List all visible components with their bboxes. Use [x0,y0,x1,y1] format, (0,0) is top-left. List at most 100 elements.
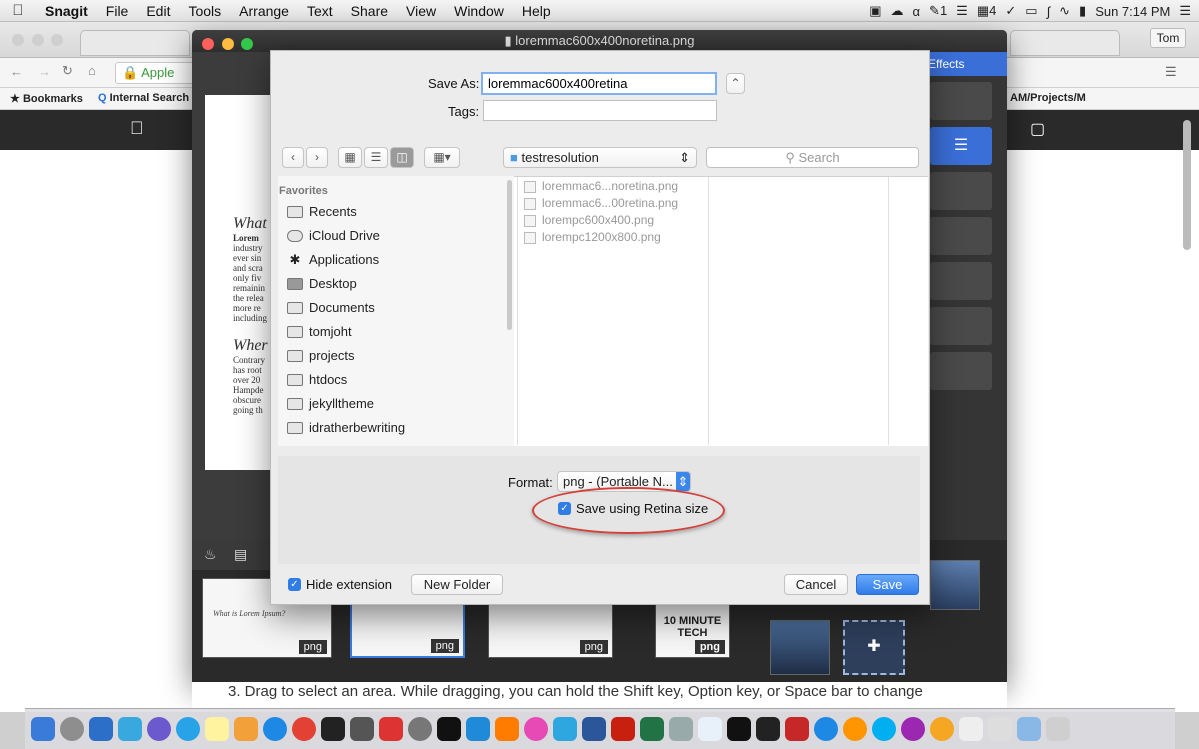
effect-tile[interactable] [930,352,992,390]
bell-icon[interactable]: ♨ [204,546,217,563]
camera-icon[interactable]: ▣ [869,3,881,19]
hamburger-icon[interactable]: ☰ [956,3,968,19]
menu-help[interactable]: Help [513,3,560,19]
tweetbot-icon[interactable] [234,717,258,741]
group-menu-icon[interactable]: ▦▾ [424,147,460,168]
skype-icon[interactable] [553,717,577,741]
tags-field[interactable] [483,100,717,121]
effects-tab[interactable]: Effects [920,52,1007,76]
terminal-icon[interactable] [437,717,461,741]
forward-icon[interactable]: → [38,64,51,79]
preview-icon[interactable] [669,717,693,741]
status-badge-2[interactable]: ▦4 [977,3,997,19]
firefox-icon[interactable] [843,717,867,741]
file-row[interactable]: lorempc1200x800.png [524,229,704,246]
sidebar-item-desktop[interactable]: Desktop [287,272,507,296]
sidebar-item-documents[interactable]: Documents [287,296,507,320]
cancel-button[interactable]: Cancel [784,574,848,595]
icon-view-icon[interactable]: ▦ [338,147,362,168]
home-icon[interactable]: ⌂ [88,63,96,78]
capture-thumbnail[interactable] [770,620,830,675]
effect-tile[interactable] [930,262,992,300]
app-store-icon[interactable] [263,717,287,741]
app-icon[interactable] [901,717,925,741]
collapse-chevron-icon[interactable]: ⌃ [726,73,745,94]
file-row[interactable]: loremmac6...noretina.png [524,178,704,195]
applications-stack-icon[interactable] [1017,717,1041,741]
back-icon[interactable]: ← [10,64,23,79]
close-button[interactable] [12,34,24,46]
app-icon[interactable] [379,717,403,741]
illustrator-icon[interactable] [495,717,519,741]
canvas-image[interactable]: What Lorem industry ever sin and scra on… [205,95,273,470]
messages-icon[interactable] [176,717,200,741]
menu-edit[interactable]: Edit [137,3,179,19]
adjust-sliders-icon[interactable]: ☰ [930,127,992,165]
status-badge-1[interactable]: ✎1 [929,3,947,19]
menu-window[interactable]: Window [445,3,513,19]
effect-tile[interactable] [930,217,992,255]
column-divider[interactable] [708,177,709,445]
menu-file[interactable]: File [97,3,138,19]
skype-icon[interactable] [872,717,896,741]
notification-center-icon[interactable]: ☰ [1179,3,1191,19]
snagit-icon[interactable] [466,717,490,741]
menu-share[interactable]: Share [342,3,397,19]
system-preferences-icon[interactable] [408,717,432,741]
apple-menu-icon[interactable]:  [0,2,36,19]
search-field[interactable]: ⚲ Search [706,147,919,168]
icloud-icon[interactable] [698,717,722,741]
sidebar-item-home[interactable]: tomjoht [287,320,507,344]
menu-arrange[interactable]: Arrange [230,3,298,19]
capture-thumbnail[interactable] [930,560,980,610]
column-divider[interactable] [517,177,518,445]
cloud-icon[interactable]: ☁ [891,3,904,19]
terminal-icon[interactable] [727,717,751,741]
battery-icon[interactable]: ▮ [1079,3,1086,19]
location-popup[interactable]: ■ testresolution ⇕ [503,147,697,168]
close-button[interactable] [202,38,214,50]
airplay-icon[interactable]: ▭ [1025,3,1037,19]
sidebar-item-applications[interactable]: ✱ Applications [287,248,507,272]
checkmark-icon[interactable]: ✓ [1005,3,1016,19]
apple-logo-icon[interactable]:  [130,118,144,139]
file-row[interactable]: loremmac6...00retina.png [524,195,704,212]
itunes-icon[interactable] [524,717,548,741]
sidebar-item-htdocs[interactable]: htdocs [287,368,507,392]
sidebar-item-jekylltheme[interactable]: jekylltheme [287,392,507,416]
file-row[interactable]: lorempc600x400.png [524,212,704,229]
signature-icon[interactable]: α [913,4,921,19]
effect-tile[interactable] [930,82,992,120]
column-view-icon[interactable]: ◫ [390,147,414,168]
minimize-button[interactable] [31,34,44,46]
menu-tools[interactable]: Tools [179,3,230,19]
new-folder-button[interactable]: New Folder [411,574,503,595]
wifi-icon[interactable]: ∿ [1059,3,1070,19]
acrobat-icon[interactable] [611,717,635,741]
profile-button[interactable]: Tom [1150,28,1186,48]
effect-tile[interactable] [930,172,992,210]
save-as-field[interactable] [481,72,717,95]
trash-icon[interactable] [1046,717,1070,741]
bookmarks-item[interactable]: ★ Bookmarks [10,92,83,105]
hide-extension-checkbox[interactable]: ✓ [288,578,301,591]
webstorm-icon[interactable] [321,717,345,741]
finder-icon[interactable] [31,717,55,741]
filezilla-icon[interactable] [785,717,809,741]
excel-icon[interactable] [640,717,664,741]
sidebar-item-idratherbewriting[interactable]: idratherbewriting [287,416,507,440]
menu-view[interactable]: View [397,3,445,19]
menu-text[interactable]: Text [298,3,342,19]
sidebar-item-recents[interactable]: Recents [287,200,507,224]
zoom-button[interactable] [241,38,254,50]
app-icon[interactable] [930,717,954,741]
internal-search-item[interactable]: Q Internal Search [98,92,189,104]
back-nav-icon[interactable]: ‹ [282,147,304,168]
menu-app-name[interactable]: Snagit [36,3,97,19]
column-divider[interactable] [888,177,889,445]
safari-icon[interactable] [814,717,838,741]
app-icon[interactable] [350,717,374,741]
stickies-icon[interactable] [205,717,229,741]
browser-tabs-right[interactable] [1010,30,1120,56]
address-bar[interactable]: 🔒 Apple Inc [115,62,195,100]
